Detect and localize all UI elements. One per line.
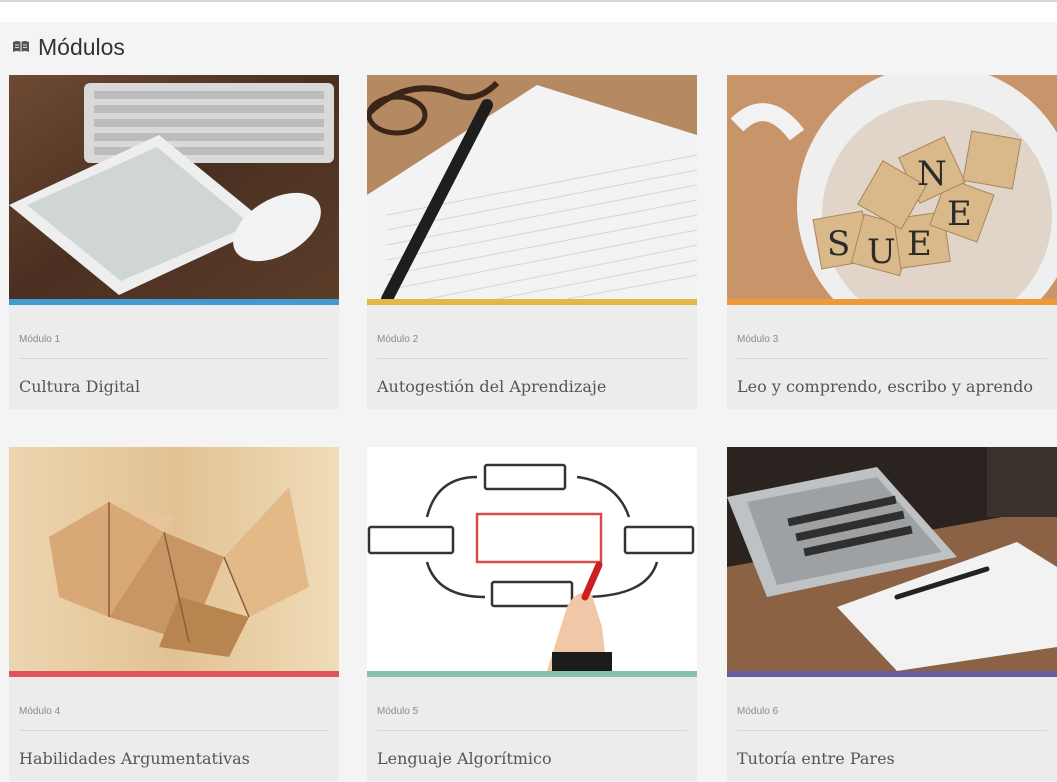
svg-text:N: N [917,154,947,194]
svg-text:S: S [827,224,850,264]
module-card-1[interactable]: Módulo 1 Cultura Digital [9,75,339,409]
module-card-6[interactable]: Módulo 6 Tutoría entre Pares [727,447,1057,781]
module-card-3[interactable]: S U E E N Módulo 3 Leo y comprendo, escr… [727,75,1057,409]
module-title[interactable]: Leo y comprendo, escribo y aprendo [737,359,1047,409]
svg-text:E: E [907,224,932,264]
module-card-5[interactable]: Módulo 5 Lenguaje Algorítmico [367,447,697,781]
module-card-4[interactable]: Módulo 4 Habilidades Argumentativas [9,447,339,781]
wooden-blocks-image [9,447,339,671]
top-divider [0,0,1057,2]
book-icon [12,40,30,54]
module-title[interactable]: Habilidades Argumentativas [19,731,329,781]
letter-tiles-image: S U E E N [727,75,1057,299]
flowchart-image [367,447,697,671]
page-title: Módulos [12,30,125,64]
module-card-2[interactable]: Módulo 2 Autogestión del Aprendizaje [367,75,697,409]
module-title[interactable]: Lenguaje Algorítmico [377,731,687,781]
svg-text:E: E [947,194,972,234]
module-title[interactable]: Tutoría entre Pares [737,731,1047,781]
svg-text:U: U [867,232,896,272]
module-label: Módulo 5 [377,677,687,731]
notebook-pen-image [367,75,697,299]
module-label: Módulo 6 [737,677,1047,731]
module-title[interactable]: Autogestión del Aprendizaje [377,359,687,409]
laptop-desk-image [727,447,1057,671]
module-label: Módulo 2 [377,305,687,359]
page-title-text: Módulos [38,33,125,60]
module-label: Módulo 3 [737,305,1047,359]
module-title[interactable]: Cultura Digital [19,359,329,409]
module-label: Módulo 1 [19,305,329,359]
module-label: Módulo 4 [19,677,329,731]
tablet-keyboard-image [9,75,339,299]
